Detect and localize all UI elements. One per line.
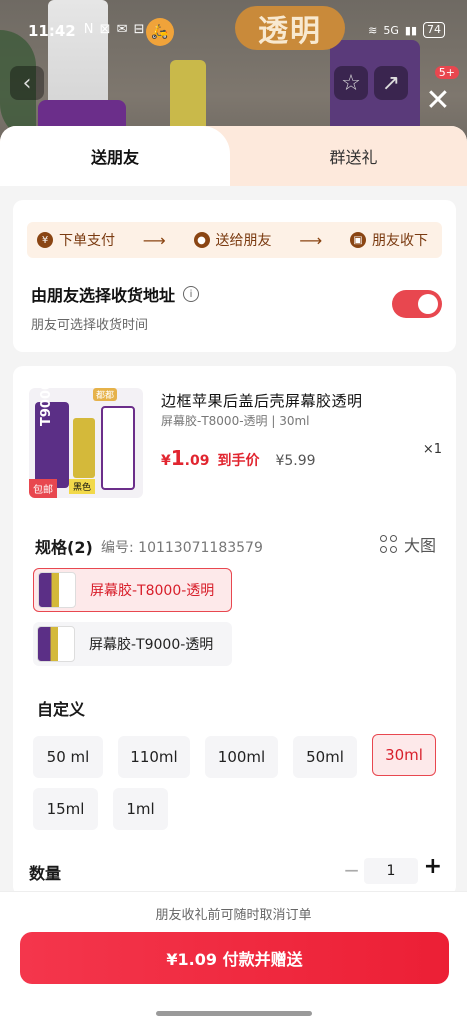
address-option-title: 由朋友选择收货地址: [31, 286, 176, 305]
price-tag: 到手价: [217, 453, 260, 469]
spec-label: 规格(2): [35, 538, 93, 557]
size-option[interactable]: 1ml: [113, 788, 168, 830]
flow-step-pay: ¥ 下单支付: [37, 230, 115, 250]
arrow-right-icon: ⟶: [142, 230, 166, 250]
quantity-mark: ×1: [422, 442, 442, 457]
gift-flow: ¥ 下单支付 ⟶ ● 送给朋友 ⟶ ▣ 朋友收下: [27, 222, 442, 258]
free-shipping-tag: 包邮: [29, 479, 57, 498]
product-tube: [101, 406, 135, 490]
signal-icon: ▮▮: [404, 23, 417, 37]
color-tag: 黑色: [69, 479, 96, 494]
app-icon: 🛵: [146, 18, 174, 46]
gift-icon: ▣: [350, 232, 366, 248]
cancel-note: 朋友收礼前可随时取消订单: [155, 908, 312, 923]
flow-step-label: 送给朋友: [215, 233, 272, 249]
product-spec: 屏幕胶-T8000-透明 | 30ml: [161, 414, 310, 428]
status-bar: 11:42 N ⊠ ✉ ⊟ 🛵 ≋ 5G ▮▮ 74: [0, 0, 467, 64]
footer-bar: 朋友收礼前可随时取消订单 ¥1.09 付款并赠送: [0, 891, 467, 1027]
flow-step-receive: ▣ 朋友收下: [350, 230, 428, 250]
size-option[interactable]: 15ml: [33, 788, 98, 830]
back-icon[interactable]: ‹: [10, 66, 44, 100]
address-option-subtitle: 朋友可选择收货时间: [31, 318, 149, 333]
status-time: 11:42: [28, 22, 76, 40]
size-option[interactable]: 100ml: [205, 736, 278, 778]
notification-badge: 5+: [434, 66, 459, 79]
quantity-increase-button[interactable]: +: [424, 854, 442, 879]
quantity-decrease-button[interactable]: −: [343, 858, 360, 882]
product-tube: T9000: [35, 388, 69, 488]
home-indicator[interactable]: [156, 1011, 312, 1016]
grid-icon: [379, 535, 398, 553]
variant-label: 屏幕胶-T8000-透明: [90, 583, 215, 599]
big-picture-button[interactable]: 大图: [379, 532, 436, 556]
status-notification-icons: N ⊠ ✉ ⊟: [83, 22, 146, 37]
variant-option[interactable]: 屏幕胶-T8000-透明: [33, 568, 232, 612]
pay-and-gift-button[interactable]: ¥1.09 付款并赠送: [20, 932, 449, 984]
arrow-right-icon: ⟶: [299, 230, 323, 250]
size-option[interactable]: 110ml: [118, 736, 190, 778]
flow-step-send: ● 送给朋友: [193, 230, 272, 250]
flow-step-label: 下单支付: [59, 233, 115, 249]
tab-bar: 送朋友 群送礼: [0, 126, 467, 186]
address-option: 由朋友选择收货地址 i: [31, 282, 200, 306]
product-card: 都都 T9000 包邮 黑色 边框苹果后盖后壳屏幕胶透明 屏幕胶-T8000-透…: [13, 366, 456, 896]
variant-thumbnail: [37, 626, 75, 662]
spec-code: 编号: 10113071183579: [101, 540, 263, 556]
variant-option[interactable]: 屏幕胶-T9000-透明: [33, 622, 232, 666]
friend-address-toggle[interactable]: [392, 290, 442, 318]
quantity-label: 数量: [29, 864, 62, 883]
signal-label: 5G: [383, 23, 399, 37]
variant-thumbnail: [38, 572, 76, 608]
flow-step-label: 朋友收下: [372, 233, 428, 249]
wifi-icon: ≋: [368, 23, 378, 37]
brand-logo: 都都: [92, 388, 117, 401]
size-option[interactable]: 50ml: [293, 736, 357, 778]
size-option[interactable]: 50 ml: [33, 736, 103, 778]
variant-label: 屏幕胶-T9000-透明: [89, 637, 214, 653]
custom-label: 自定义: [37, 700, 86, 719]
tab-group-gift[interactable]: 群送礼: [240, 126, 467, 186]
chat-icon: ●: [193, 232, 210, 248]
price-row: ¥1.09 到手价 ¥5.99: [161, 446, 316, 470]
big-picture-label: 大图: [403, 536, 436, 555]
original-price: ¥5.99: [275, 453, 316, 469]
close-icon[interactable]: ✕: [423, 86, 453, 116]
share-icon[interactable]: ↗: [374, 66, 408, 100]
info-icon[interactable]: i: [183, 286, 200, 302]
tab-send-friend[interactable]: 送朋友: [0, 126, 230, 186]
yen-icon: ¥: [37, 232, 53, 248]
quantity-input[interactable]: 1: [364, 858, 418, 884]
status-right: ≋ 5G ▮▮ 74: [368, 22, 445, 38]
final-price: ¥1.09: [161, 446, 210, 470]
battery-icon: 74: [423, 22, 445, 38]
gift-flow-card: ¥ 下单支付 ⟶ ● 送给朋友 ⟶ ▣ 朋友收下 由朋友选择收货地址 i 朋友可…: [13, 200, 456, 352]
product-tube: [73, 418, 95, 478]
size-option-selected[interactable]: 30ml: [372, 734, 436, 776]
product-image[interactable]: 都都 T9000 包邮 黑色: [29, 388, 143, 498]
product-title: 边框苹果后盖后壳屏幕胶透明: [161, 392, 363, 410]
star-icon[interactable]: ☆: [334, 66, 368, 100]
